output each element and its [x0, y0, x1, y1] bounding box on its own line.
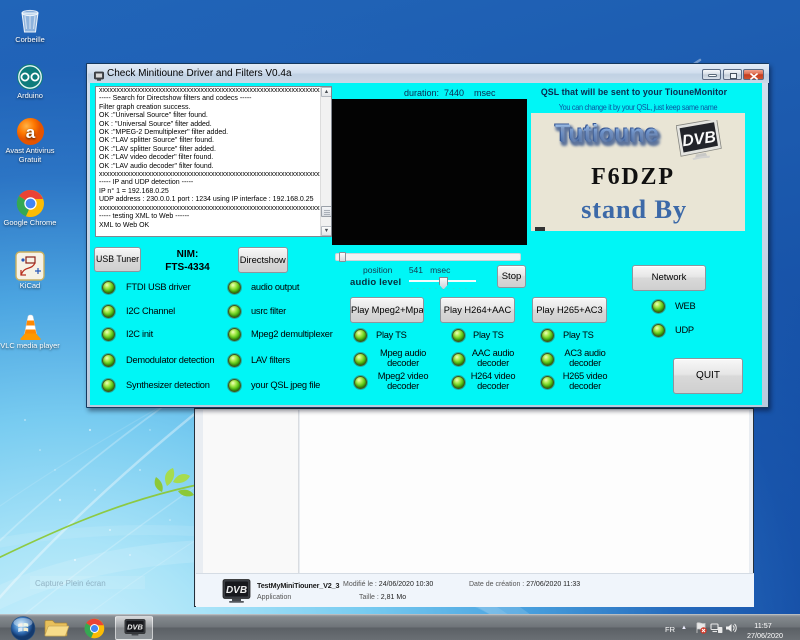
svg-text:DVB: DVB: [127, 623, 143, 632]
svg-text:Capture Plein écran: Capture Plein écran: [35, 579, 106, 588]
svg-text:DVB: DVB: [226, 585, 247, 596]
svg-text:a: a: [25, 123, 35, 142]
